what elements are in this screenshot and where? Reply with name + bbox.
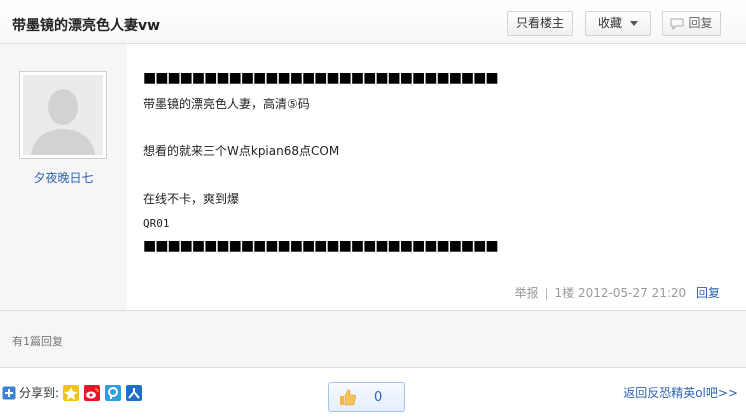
- post-meta: 举报 | 1楼 2012-05-27 21:20 回复: [514, 284, 720, 301]
- plus-icon: [2, 386, 16, 399]
- reply-summary: 有1篇回复: [0, 311, 746, 368]
- post-author-panel: 夕夜晚日七: [0, 44, 127, 310]
- share-bar: 分享到:: [2, 384, 147, 401]
- meta-separator: |: [544, 286, 549, 300]
- comment-icon: [670, 18, 684, 30]
- block-divider-top: ■■■■■■■■■■■■■■■■■■■■■■■■■■■■■: [143, 70, 499, 86]
- like-button[interactable]: 0: [328, 382, 405, 412]
- pengyou-icon[interactable]: [105, 384, 122, 401]
- post-timestamp: 2012-05-27 21:20: [578, 286, 687, 300]
- post-line: QR01: [143, 217, 170, 230]
- chevron-down-icon: [630, 21, 638, 26]
- post-line: 带墨镜的漂亮色人妻，高清⑤码: [143, 97, 310, 111]
- favorite-label: 收藏: [597, 16, 622, 30]
- author-name[interactable]: 夕夜晚日七: [0, 169, 127, 186]
- favorite-button[interactable]: 收藏: [585, 11, 651, 36]
- default-user-icon: [23, 75, 103, 155]
- only-author-button[interactable]: 只看楼主: [507, 11, 573, 36]
- thread-header: 带墨镜的漂亮色人妻vw 只看楼主 收藏 回复: [0, 0, 746, 44]
- like-count: 0: [374, 390, 383, 405]
- qzone-icon[interactable]: [63, 384, 80, 401]
- post-reply-link[interactable]: 回复: [696, 286, 720, 300]
- block-divider-bottom: ■■■■■■■■■■■■■■■■■■■■■■■■■■■■■: [143, 238, 499, 254]
- weibo-icon[interactable]: [84, 384, 101, 401]
- post-body: ■■■■■■■■■■■■■■■■■■■■■■■■■■■■■ 带墨镜的漂亮色人妻，…: [127, 44, 746, 310]
- post-line: 在线不卡，爽到爆: [143, 192, 240, 206]
- reply-button[interactable]: 回复: [662, 11, 721, 36]
- thumbs-up-icon: [340, 389, 356, 406]
- renren-icon[interactable]: [126, 384, 143, 401]
- footer-bar: 分享到: 0 返回反恐精英ol吧>>: [0, 368, 746, 417]
- thread-title: 带墨镜的漂亮色人妻vw: [12, 18, 161, 34]
- post-line: 想看的就来三个W点kpian68点COM: [143, 144, 340, 158]
- avatar[interactable]: [19, 71, 107, 159]
- reply-count: 有1篇回复: [12, 335, 63, 348]
- post: 夕夜晚日七 ■■■■■■■■■■■■■■■■■■■■■■■■■■■■■ 带墨镜的…: [0, 44, 746, 311]
- back-to-forum-link[interactable]: 返回反恐精英ol吧>>: [623, 384, 738, 401]
- report-link[interactable]: 举报: [514, 286, 538, 300]
- reply-button-label: 回复: [688, 16, 713, 30]
- floor-number: 1楼: [554, 286, 575, 300]
- share-label: 分享到:: [19, 386, 60, 400]
